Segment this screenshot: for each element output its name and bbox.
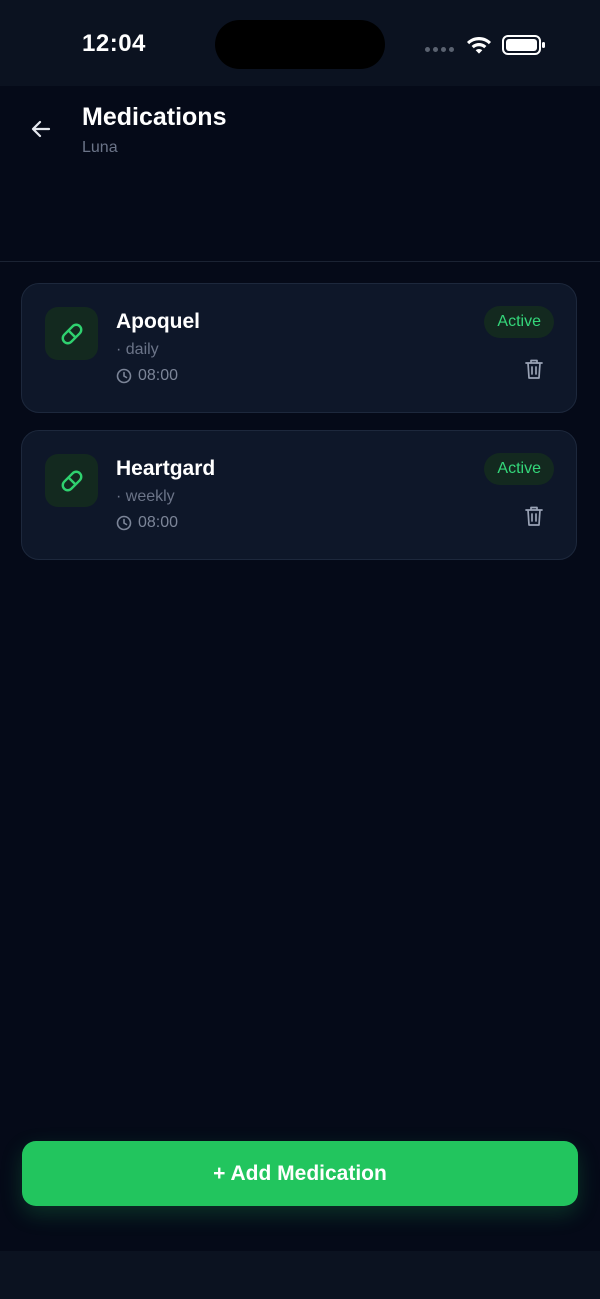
home-indicator-area [0,1251,600,1299]
medication-frequency: · weekly [116,488,175,505]
back-button[interactable] [26,114,56,144]
status-time: 12:04 [82,30,146,57]
medication-card[interactable]: Heartgard · weekly 08:00 Active [21,430,577,560]
clock-icon [116,368,132,384]
medication-time-value: 08:00 [138,367,179,384]
medication-name: Apoquel [116,310,200,333]
medication-icon-box [45,454,98,507]
page-title: Medications [82,103,227,131]
status-badge: Active [484,453,554,485]
add-medication-button[interactable]: + Add Medication [22,1141,578,1206]
cellular-signal-icon [425,47,454,52]
trash-icon [525,506,543,526]
arrow-left-icon [31,120,51,138]
clock-icon [116,515,132,531]
trash-icon [525,359,543,379]
medication-time: 08:00 [116,367,178,385]
status-bar: 12:04 [0,0,600,86]
status-badge: Active [484,306,554,338]
pill-icon [61,323,82,344]
medication-time-value: 08:00 [138,514,179,531]
delete-button[interactable] [522,357,546,381]
medication-frequency: · daily [116,341,159,358]
dynamic-island [215,20,385,69]
pet-name: Luna [82,139,118,156]
medication-time: 08:00 [116,514,178,532]
medication-name: Heartgard [116,457,216,480]
medication-card[interactable]: Apoquel · daily 08:00 Active [21,283,577,413]
pill-icon [61,470,82,491]
medication-icon-box [45,307,98,360]
battery-icon [502,35,545,55]
wifi-icon [467,37,491,54]
delete-button[interactable] [522,504,546,528]
